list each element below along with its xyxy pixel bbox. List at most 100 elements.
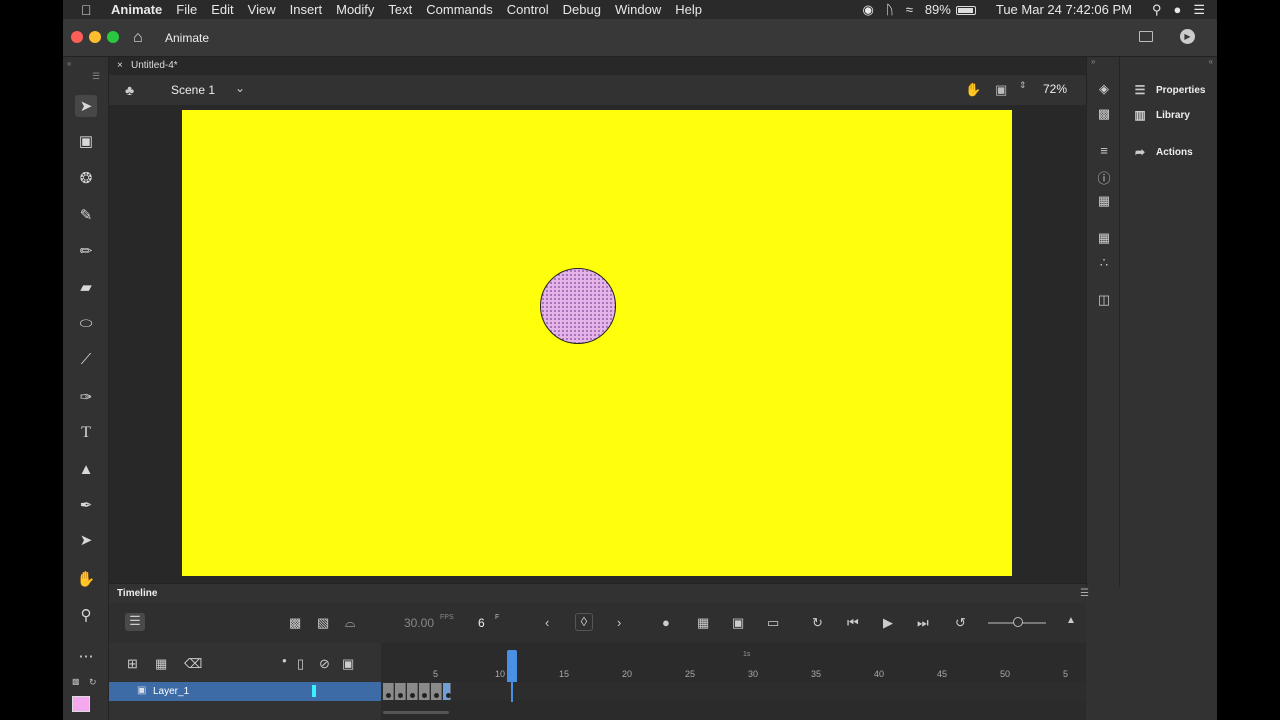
current-frame[interactable]: 6: [478, 616, 485, 630]
prev-keyframe-icon[interactable]: ‹: [545, 615, 549, 630]
center-stage-icon[interactable]: ⇕: [1019, 80, 1027, 91]
color-icon[interactable]: ∴: [1096, 255, 1112, 271]
lock-icon[interactable]: ▣: [342, 656, 354, 672]
layer-color-marker[interactable]: [312, 685, 316, 697]
align-icon[interactable]: ≡: [1096, 143, 1112, 159]
current-keyframe[interactable]: [443, 683, 451, 700]
pen-tool-icon[interactable]: ✑: [75, 386, 97, 408]
menu-help[interactable]: Help: [675, 2, 702, 17]
circle-shape[interactable]: [540, 268, 616, 344]
chevron-down-icon[interactable]: ⌄: [235, 81, 245, 95]
zoom-value[interactable]: 72%: [1043, 82, 1067, 96]
library-panel-tab[interactable]: ▥ Library: [1132, 108, 1190, 122]
menu-insert[interactable]: Insert: [290, 2, 323, 17]
stage-canvas[interactable]: [182, 110, 1012, 576]
assets-icon[interactable]: ◈: [1096, 81, 1112, 97]
home-icon[interactable]: ⌂: [133, 29, 149, 46]
brush-tool-icon[interactable]: ✏: [75, 240, 97, 262]
onion-skin-icon[interactable]: ●: [662, 615, 670, 630]
eraser-tool-icon[interactable]: ▰: [75, 276, 97, 298]
workspace-layout-icon[interactable]: [1139, 31, 1153, 42]
layers-icon[interactable]: ☰: [125, 613, 145, 631]
collapse-strip-icon[interactable]: »: [1091, 57, 1095, 66]
menu-debug[interactable]: Debug: [563, 2, 601, 17]
siri-icon[interactable]: ●: [1173, 2, 1181, 17]
play-icon[interactable]: ▶: [883, 615, 893, 631]
next-keyframe-icon[interactable]: ›: [617, 615, 621, 630]
keyframe[interactable]: [431, 683, 442, 700]
more-tools-icon[interactable]: ⋯: [75, 645, 97, 667]
delete-layer-icon[interactable]: ⌫: [184, 656, 202, 672]
pin-tool-icon[interactable]: ➤: [75, 529, 97, 551]
layer-row[interactable]: ▣ Layer_1: [109, 682, 381, 701]
zoom-mountain-icon[interactable]: ▲: [1066, 615, 1076, 626]
fps-value[interactable]: 30.00: [404, 616, 434, 630]
fill-color-swatch[interactable]: [72, 696, 90, 712]
hide-all-icon[interactable]: ⊘: [319, 656, 330, 672]
collapse-panel-icon[interactable]: «: [67, 59, 71, 68]
bluetooth-icon[interactable]: ᚢ: [886, 2, 894, 17]
timeline-zoom-handle[interactable]: [1013, 617, 1023, 627]
create-tween-icon[interactable]: ▣: [732, 615, 744, 631]
test-movie-icon[interactable]: ▶: [1180, 29, 1195, 44]
selection-tool-icon[interactable]: ➤: [75, 95, 97, 117]
app-menu[interactable]: Animate: [111, 2, 162, 17]
notification-center-icon[interactable]: ☰: [1193, 2, 1205, 18]
paint-brush-tool-icon[interactable]: ✎: [75, 204, 97, 226]
menu-view[interactable]: View: [248, 2, 276, 17]
frames-scrollbar[interactable]: [383, 711, 449, 714]
step-back-icon[interactable]: ⏮: [847, 615, 859, 631]
creative-cloud-icon[interactable]: ◉: [863, 2, 874, 18]
loop-icon[interactable]: ↻: [812, 615, 823, 631]
line-tool-icon[interactable]: ⟋: [75, 348, 97, 370]
free-transform-tool-icon[interactable]: ▣: [75, 130, 97, 152]
step-forward-icon[interactable]: ⏭: [917, 615, 929, 631]
keyframe[interactable]: [383, 683, 394, 700]
insert-keyframe-icon[interactable]: ◊: [575, 613, 593, 631]
zoom-window-button[interactable]: [107, 31, 119, 43]
keyframe[interactable]: [419, 683, 430, 700]
paint-bucket-tool-icon[interactable]: ▲: [75, 458, 97, 480]
highlight-layers-icon[interactable]: ●: [282, 656, 287, 665]
battery-icon[interactable]: [955, 2, 976, 17]
info-icon[interactable]: ⓘ: [1096, 168, 1112, 186]
code-snippets-icon[interactable]: ◫: [1096, 292, 1112, 308]
frames-area[interactable]: 1s 5 10 15 20 25 30 35 40 45 50 5: [381, 643, 1086, 720]
insert-frame-icon[interactable]: ▭: [767, 615, 779, 631]
playhead[interactable]: [507, 650, 517, 682]
camera-icon[interactable]: ▩: [289, 615, 301, 631]
graph-icon[interactable]: ⌓: [345, 615, 355, 631]
timeline-menu-icon[interactable]: ☰: [1080, 588, 1089, 599]
outline-icon[interactable]: ▯: [297, 656, 304, 672]
properties-panel-tab[interactable]: ☰ Properties: [1132, 83, 1206, 97]
clock[interactable]: Tue Mar 24 7:42:06 PM: [996, 2, 1132, 17]
minimize-window-button[interactable]: [89, 31, 101, 43]
text-tool-icon[interactable]: T: [75, 422, 97, 444]
layer-frames-row[interactable]: [381, 682, 1086, 701]
frame-ruler[interactable]: 5 10 15 20 25 30 35 40 45 50 5: [381, 665, 1086, 682]
scene-selector[interactable]: Scene 1: [171, 83, 215, 97]
apple-icon[interactable]: : [81, 2, 97, 18]
menu-text[interactable]: Text: [388, 2, 412, 17]
transform-icon[interactable]: ▦: [1096, 193, 1112, 209]
oval-tool-icon[interactable]: ⬭: [75, 312, 97, 334]
layer-name[interactable]: Layer_1: [153, 686, 189, 697]
motion-presets-icon[interactable]: ▩: [1096, 106, 1112, 122]
menu-edit[interactable]: Edit: [211, 2, 233, 17]
actions-panel-tab[interactable]: ➦ Actions: [1132, 145, 1193, 159]
components-icon[interactable]: ▦: [1096, 230, 1112, 246]
swap-colors-icon[interactable]: ↻: [89, 677, 97, 688]
menu-modify[interactable]: Modify: [336, 2, 374, 17]
hand-tool-icon[interactable]: ✋: [75, 568, 97, 590]
panel-menu-icon[interactable]: ☰: [92, 71, 100, 82]
close-tab-icon[interactable]: ×: [117, 60, 123, 71]
keyframe[interactable]: [407, 683, 418, 700]
snap-icon[interactable]: ✋: [965, 82, 981, 98]
menu-window[interactable]: Window: [615, 2, 661, 17]
default-colors-icon[interactable]: ▩: [72, 677, 80, 686]
new-folder-icon[interactable]: ▦: [155, 656, 167, 672]
rewind-icon[interactable]: ↺: [955, 615, 966, 631]
keyframe[interactable]: [395, 683, 406, 700]
scene-icon[interactable]: ♣: [125, 82, 134, 98]
close-window-button[interactable]: [71, 31, 83, 43]
